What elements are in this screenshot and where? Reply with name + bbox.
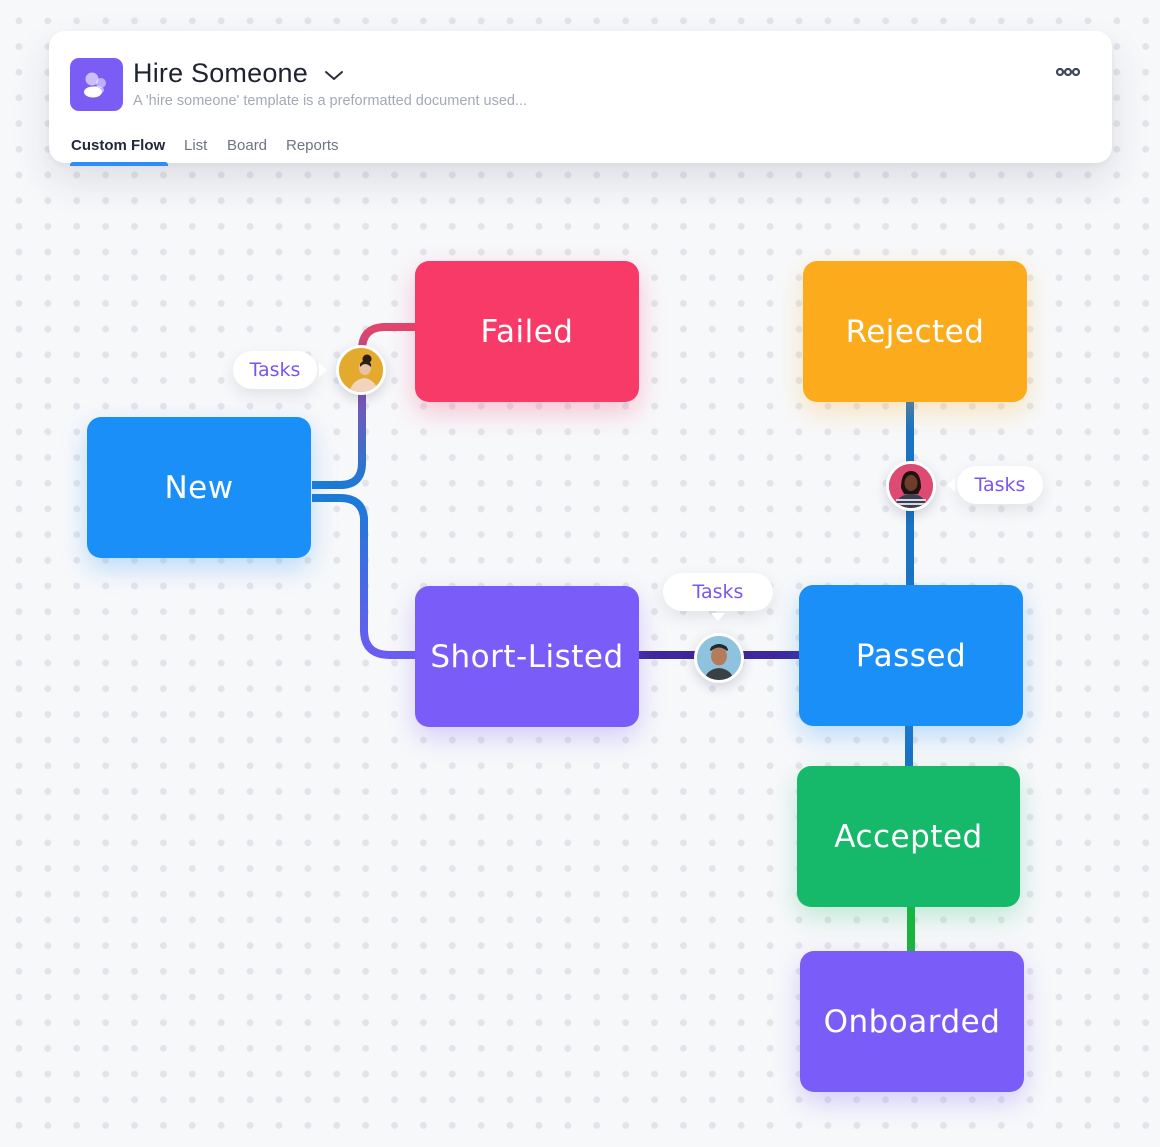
avatar-woman-pink-bg[interactable] xyxy=(886,461,936,511)
node-short-listed[interactable]: Short-Listed xyxy=(415,586,639,727)
person-photo-icon xyxy=(697,636,741,680)
tab-board[interactable]: Board xyxy=(227,137,267,154)
person-photo-icon xyxy=(889,464,933,508)
avatar-woman-yellow-bg[interactable] xyxy=(336,345,386,395)
tab-reports[interactable]: Reports xyxy=(286,137,339,154)
person-photo-icon xyxy=(339,348,383,392)
active-tab-indicator xyxy=(70,162,168,166)
people-icon xyxy=(70,58,123,111)
project-title[interactable]: Hire Someone xyxy=(133,58,308,89)
node-new[interactable]: New xyxy=(87,417,311,558)
project-description: A 'hire someone' template is a preformat… xyxy=(133,93,528,109)
avatar-man-blue-bg[interactable] xyxy=(694,633,744,683)
chevron-down-icon[interactable] xyxy=(323,67,345,83)
tasks-bubble-failed[interactable]: Tasks xyxy=(233,351,327,389)
tasks-bubble-rejected[interactable]: Tasks xyxy=(947,466,1043,504)
tab-custom-flow[interactable]: Custom Flow xyxy=(71,137,165,154)
connector-new-shortlisted xyxy=(312,494,418,659)
node-onboarded[interactable]: Onboarded xyxy=(800,951,1024,1092)
node-accepted[interactable]: Accepted xyxy=(797,766,1020,907)
node-failed[interactable]: Failed xyxy=(415,261,639,402)
tasks-bubble-passed[interactable]: Tasks xyxy=(663,573,773,621)
node-rejected[interactable]: Rejected xyxy=(803,261,1027,402)
tab-list[interactable]: List xyxy=(184,137,207,154)
node-passed[interactable]: Passed xyxy=(799,585,1023,726)
more-options-icon[interactable] xyxy=(1055,66,1081,78)
project-header: Hire Someone A 'hire someone' template i… xyxy=(49,31,1112,166)
